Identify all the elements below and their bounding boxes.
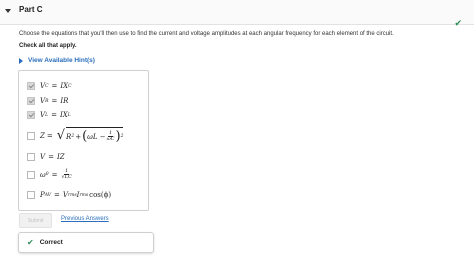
view-hints-link[interactable]: View Available Hint(s) (19, 57, 95, 64)
option-v-iz[interactable]: V = IZ (27, 153, 65, 161)
checkbox-checked[interactable] (27, 97, 35, 105)
option-pav[interactable]: P AV = Vrms Irms cos(ϕ) (27, 191, 111, 199)
checkbox-unchecked[interactable] (27, 153, 35, 161)
part-header[interactable]: Part C (0, 0, 474, 25)
part-title: Part C (19, 5, 43, 14)
checkbox-checked[interactable] (27, 111, 35, 119)
feedback-status: Correct (39, 239, 63, 246)
sqrt-icon: √ (56, 128, 66, 143)
hints-label: View Available Hint(s) (28, 57, 95, 64)
answer-options-box: VC = IX C VR = IR VL = IX L Z = √ R2 + ( ω… (18, 70, 149, 211)
checkmark-icon: ✔ (27, 238, 34, 247)
option-vl[interactable]: VL = IX L (27, 111, 71, 119)
submit-button[interactable]: Submit (19, 213, 52, 228)
checkbox-checked[interactable] (27, 82, 35, 90)
question-prompt: Choose the equations that you'll then us… (19, 31, 394, 37)
option-z-impedance[interactable]: Z = √ R2 + ( ωL − 1 ωC ) 2 (27, 127, 124, 144)
expand-triangle-icon (19, 57, 23, 64)
option-vc[interactable]: VC = IX C (27, 82, 72, 90)
checkbox-unchecked[interactable] (27, 191, 35, 199)
checkbox-unchecked[interactable] (27, 170, 35, 179)
feedback-correct: ✔ Correct (18, 232, 154, 253)
eq-rhs: IX (60, 82, 69, 90)
collapse-caret-icon[interactable] (5, 9, 11, 13)
checkbox-unchecked[interactable] (27, 131, 35, 140)
option-vr[interactable]: VR = IR (27, 97, 68, 105)
instruction-text: Check all that apply. (19, 43, 77, 49)
checkmark-icon: ✔ (454, 18, 462, 28)
previous-answers-link[interactable]: Previous Answers (61, 216, 109, 222)
option-omega0[interactable]: ω0 = 1 √LC (27, 169, 73, 180)
